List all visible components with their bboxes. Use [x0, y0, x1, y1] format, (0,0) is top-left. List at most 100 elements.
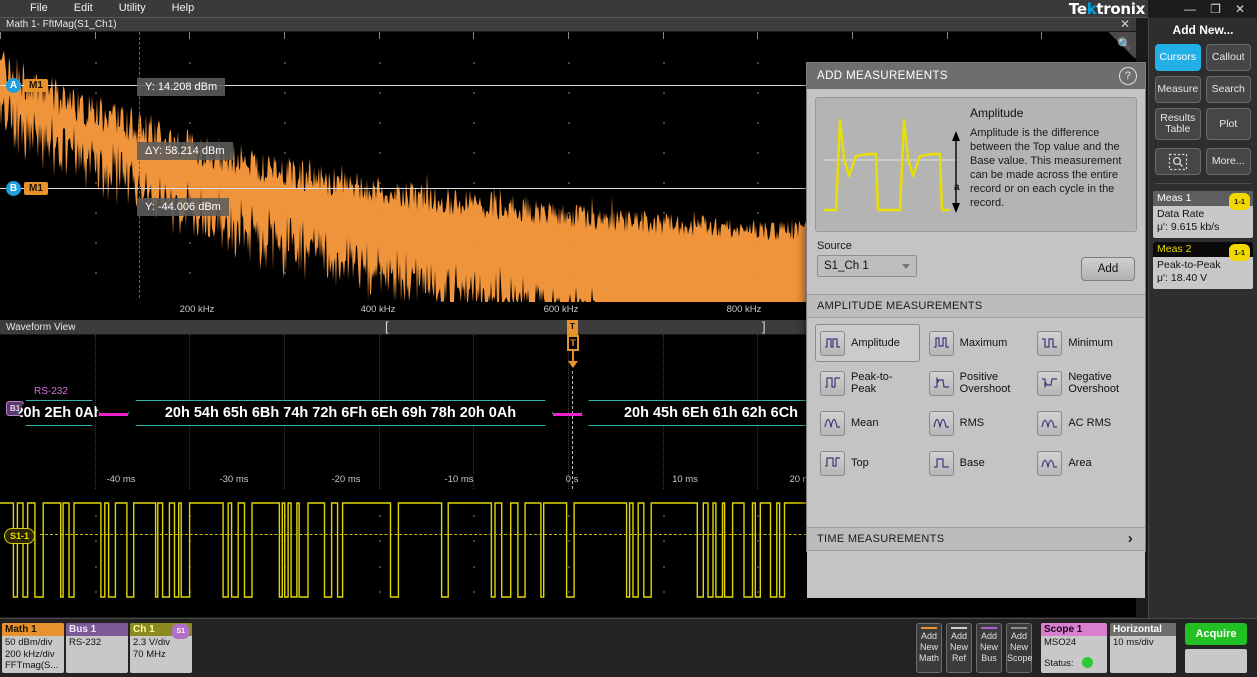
measurement-item-label: Peak-to-Peak [851, 371, 915, 396]
math-view-close-icon[interactable]: ✕ [1120, 17, 1130, 31]
fft-grid-tick [0, 32, 1, 39]
bus-packet[interactable]: 20h 54h 65h 6Bh 74h 72h 6Fh 6Eh 69h 78h … [128, 400, 553, 426]
time-tick-3: -10 ms [444, 474, 473, 485]
measurement-item-base[interactable]: Base [924, 444, 1029, 482]
cursor-a-badge[interactable]: A [6, 78, 21, 93]
ch-1-badge-body: 2.3 V/div 70 MHz [130, 636, 192, 661]
scope-badge-title: Scope 1 [1041, 623, 1107, 636]
magnifier-icon: 🔍 [1117, 37, 1132, 51]
measurement-badge-1-body: Data Rate μ': 9.615 kb/s [1153, 206, 1253, 238]
time-measurements-header[interactable]: TIME MEASUREMENTS › [807, 527, 1145, 551]
mean-icon [820, 411, 845, 436]
measurement-item-label: Area [1068, 457, 1091, 470]
cursor-b-source-badge: M1 [24, 182, 48, 195]
menu-item-edit[interactable]: Edit [70, 0, 97, 17]
measurement-item-positive-overshoot[interactable]: Positive Overshoot [924, 364, 1029, 402]
measurement-item-area[interactable]: Area [1032, 444, 1137, 482]
restore-icon[interactable]: ❐ [1210, 3, 1221, 15]
measurement-item-label: Mean [851, 417, 879, 430]
add-button[interactable]: Add [1081, 257, 1135, 281]
measurement-item-mean[interactable]: Mean [815, 404, 920, 442]
measurement-item-maximum[interactable]: Maximum [924, 324, 1029, 362]
minimize-icon[interactable]: — [1184, 3, 1196, 15]
window-controls: — ❐ ✕ [1149, 0, 1253, 18]
add-new-bus-button[interactable]: Add New Bus [976, 623, 1002, 673]
horizontal-badge[interactable]: Horizontal 10 ms/div [1110, 623, 1176, 673]
rms-icon [929, 411, 954, 436]
menu-item-utility[interactable]: Utility [115, 0, 150, 17]
maximum-icon [929, 331, 954, 356]
cursor-b-badge[interactable]: B [6, 181, 21, 196]
bus-idle-link [553, 413, 583, 416]
measurement-badge-2-body: Peak-to-Peak μ': 18.40 V [1153, 257, 1253, 289]
measurement-item-label: Maximum [960, 337, 1008, 350]
measurement-item-top[interactable]: Top [815, 444, 920, 482]
measurement-badge-1-title: Meas 1 [1157, 192, 1191, 204]
trigger-position-marker[interactable]: T [567, 320, 578, 335]
add-search-button[interactable]: Search [1206, 76, 1252, 103]
add-results-table-button[interactable]: Results Table [1155, 108, 1201, 140]
menu-item-help[interactable]: Help [168, 0, 199, 17]
peak-to-peak-icon [820, 371, 845, 396]
measurement-item-label: Positive Overshoot [960, 371, 1024, 396]
add-new-math-button[interactable]: Add New Math [916, 623, 942, 673]
add-cursors-button[interactable]: Cursors [1155, 44, 1201, 71]
area-icon [1037, 451, 1062, 476]
bus-packet[interactable]: 20h 45h 6Eh 61h 62h 6Ch [581, 400, 841, 426]
measurement-item-peak-to-peak[interactable]: Peak-to-Peak [815, 364, 920, 402]
math-1-badge-body: 50 dBm/div 200 kHz/div FFTmag(S... [2, 636, 64, 673]
ch-1-badge[interactable]: Ch 1 S1 2.3 V/div 70 MHz [130, 623, 192, 673]
freq-tick-3: 800 kHz [727, 304, 762, 315]
acquire-secondary-panel[interactable] [1185, 649, 1247, 673]
add-plot-button[interactable]: Plot [1206, 108, 1252, 140]
measurement-item-negative-overshoot[interactable]: Negative Overshoot [1032, 364, 1137, 402]
scope-badge[interactable]: Scope 1 MSO24 Status: [1041, 623, 1107, 673]
math-1-badge-title: Math 1 [2, 623, 64, 636]
cursor-b-readout: Y: -44.006 dBm [137, 198, 229, 216]
math-1-badge[interactable]: Math 1 50 dBm/div 200 kHz/div FFTmag(S..… [2, 623, 64, 673]
measurement-item-ac-rms[interactable]: AC RMS [1032, 404, 1137, 442]
measurement-item-rms[interactable]: RMS [924, 404, 1029, 442]
sidebar-heading: Add New... [1149, 18, 1257, 44]
time-tick-4: 0 s [566, 474, 579, 485]
measurement-badge-2-source: 1-1 [1229, 244, 1250, 261]
measurement-item-amplitude[interactable]: Amplitude [815, 324, 920, 362]
amplitude-measurements-header[interactable]: AMPLITUDE MEASUREMENTS [807, 294, 1145, 318]
fft-grid-tick [757, 32, 758, 39]
cursor-a-source-badge: M1 [24, 79, 48, 92]
add-new-ref-color-bar [951, 627, 967, 629]
add-callout-button[interactable]: Callout [1206, 44, 1252, 71]
menu-item-file[interactable]: File [26, 0, 52, 17]
fft-grid-tick [284, 32, 285, 39]
add-new-bus-label: Add New Bus [980, 631, 998, 663]
zoom-select-button[interactable] [1155, 148, 1201, 175]
measurement-badge-1[interactable]: Meas 1 1-1 Data Rate μ': 9.615 kb/s [1153, 191, 1253, 238]
help-icon[interactable]: ? [1119, 67, 1137, 85]
measurement-item-minimum[interactable]: Minimum [1032, 324, 1137, 362]
channel-badge[interactable]: S1-1 [4, 528, 35, 544]
add-new-scope-label: Add New Scope [1007, 631, 1033, 663]
fft-grid-tick [95, 32, 96, 39]
source-select[interactable]: S1_Ch 1 [817, 255, 917, 277]
more-button[interactable]: More... [1206, 148, 1252, 175]
cursor-vertical-line[interactable] [139, 32, 140, 298]
close-icon[interactable]: ✕ [1235, 3, 1245, 15]
measurement-badge-2[interactable]: Meas 2 1-1 Peak-to-Peak μ': 18.40 V [1153, 242, 1253, 289]
add-new-scope-button[interactable]: Add New Scope [1006, 623, 1032, 673]
brand-post: tronix [1096, 0, 1145, 18]
bus-1-badge[interactable]: Bus 1 RS-232 [66, 623, 128, 673]
add-new-ref-label: Add New Ref [950, 631, 968, 663]
add-new-ref-button[interactable]: Add New Ref [946, 623, 972, 673]
record-bracket-left: [ [385, 319, 389, 334]
trigger-pin[interactable]: T [567, 335, 579, 371]
fft-magnifier-corner[interactable]: 🔍 [1106, 32, 1136, 58]
measurement-badge-1-header: Meas 1 1-1 [1153, 191, 1253, 206]
freq-tick-2: 600 kHz [544, 304, 579, 315]
fft-grid-tick [852, 32, 853, 39]
time-tick-5: 10 ms [672, 474, 698, 485]
amplitude-measurements-body: Amplitude Maximum Minimum Peak-to-Peak Posit… [807, 318, 1145, 498]
acquire-button[interactable]: Acquire [1185, 623, 1247, 645]
tektronix-logo: Tektronix [1069, 0, 1145, 18]
add-measure-button[interactable]: Measure [1155, 76, 1201, 103]
bus-packet[interactable]: 20h 2Eh 0Ah [18, 400, 100, 426]
